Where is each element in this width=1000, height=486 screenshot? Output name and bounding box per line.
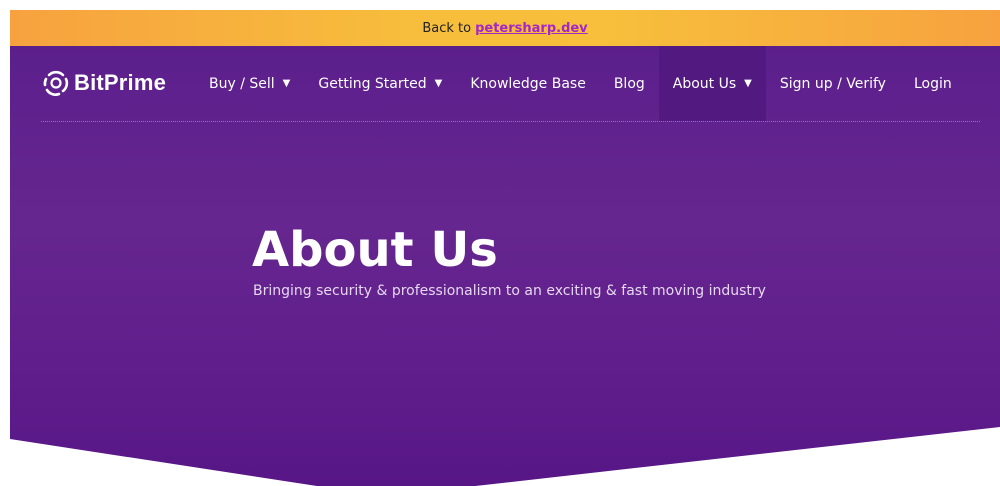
nav-item-getting-started[interactable]: Getting Started ▼ <box>304 46 456 121</box>
page-subtitle: Bringing security & professionalism to a… <box>253 283 766 299</box>
nav-item-label: Sign up / Verify <box>779 75 886 92</box>
page-title: About Us <box>252 222 498 278</box>
nav-item-label: About Us <box>672 75 737 92</box>
nav-item-label: Buy / Sell <box>209 75 275 92</box>
nav-item-about-us[interactable]: About Us ▼ <box>658 46 766 121</box>
bitprime-logo-icon <box>43 70 69 96</box>
nav-item-login[interactable]: Login <box>900 46 966 121</box>
caret-down-icon: ▼ <box>282 78 291 89</box>
banner-prefix: Back to <box>422 20 472 36</box>
nav-item-buy-sell[interactable]: Buy / Sell ▼ <box>195 46 304 121</box>
nav-divider <box>41 121 980 122</box>
main-nav: BitPrime Buy / Sell ▼ Getting Started ▼ … <box>10 46 1000 122</box>
brand-name: BitPrime <box>74 70 167 95</box>
caret-down-icon: ▼ <box>744 78 752 89</box>
back-banner: Back to petersharp.dev <box>10 10 1000 46</box>
hero-section: BitPrime Buy / Sell ▼ Getting Started ▼ … <box>10 46 1000 486</box>
nav-item-knowledge-base[interactable]: Knowledge Base <box>456 46 600 121</box>
nav-item-label: Getting Started <box>318 75 427 92</box>
brand-logo[interactable]: BitPrime <box>41 68 166 98</box>
nav-item-label: Knowledge Base <box>470 75 586 92</box>
caret-down-icon: ▼ <box>434 78 443 89</box>
nav-item-label: Login <box>913 75 952 92</box>
nav-item-blog[interactable]: Blog <box>600 46 659 121</box>
nav-item-sign-up-verify[interactable]: Sign up / Verify <box>766 46 900 121</box>
page: Back to petersharp.dev BitPrime Buy / Se… <box>0 0 1000 486</box>
banner-link[interactable]: petersharp.dev <box>475 21 588 36</box>
browser-viewport: Back to petersharp.dev BitPrime Buy / Se… <box>10 10 1000 486</box>
nav-menu: Buy / Sell ▼ Getting Started ▼ Knowledge… <box>195 46 966 121</box>
nav-item-label: Blog <box>613 75 645 92</box>
